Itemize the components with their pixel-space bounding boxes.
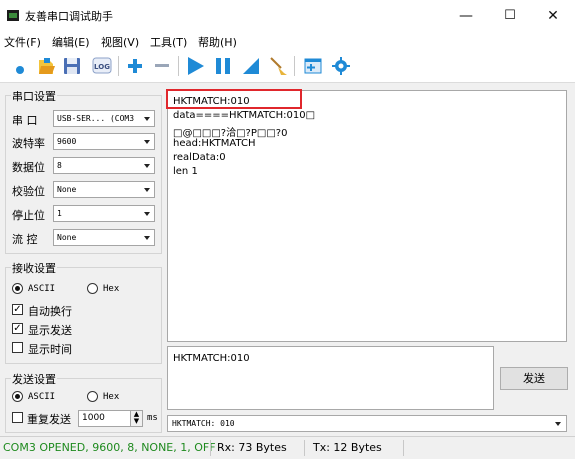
auto-newline-checkbox[interactable]: ✓ [12,304,23,315]
receive-ascii-label: ASCII [28,284,56,294]
chevron-down-icon [144,164,150,168]
serial-settings-title: 串口设置 [11,88,57,104]
menu-edit[interactable]: 编辑(E) [52,34,90,50]
send-history-select[interactable]: HKTMATCH: 010 [167,415,567,432]
send-button[interactable]: 发送 [500,367,568,390]
receive-line: len 1 [173,166,198,177]
chevron-down-icon [144,212,150,216]
log-icon[interactable]: LOG [91,55,113,77]
show-send-label: 显示发送 [28,324,72,337]
title-bar: 友善串口调试助手 — ☐ ✕ [0,0,575,31]
settings-icon[interactable] [330,55,352,77]
send-settings-title: 发送设置 [11,371,57,387]
remove-icon[interactable] [151,55,173,77]
menu-bar: 文件(F) 编辑(E) 视图(V) 工具(T) 帮助(H) [0,31,575,51]
port-label: 串 口 [12,114,38,127]
show-time-checkbox[interactable] [12,342,23,353]
stopbits-label: 停止位 [12,209,45,222]
chevron-down-icon [144,236,150,240]
flow-label: 流 控 [12,233,38,246]
status-divider [210,440,211,456]
clear-icon[interactable] [240,55,262,77]
show-send-checkbox[interactable]: ✓ [12,323,23,334]
close-button[interactable]: ✕ [531,2,575,30]
receive-hex-label: Hex [103,284,120,294]
receive-ascii-radio[interactable] [12,283,23,294]
repeat-send-label: 重复发送 [27,413,71,426]
receive-text-area[interactable]: HKTMATCH:010 data====HKTMATCH:010□ □@□□□… [167,90,567,342]
parity-select[interactable]: None [53,181,155,198]
window-icon[interactable] [302,55,324,77]
open-icon[interactable] [35,55,57,77]
connection-status: COM3 OPENED, 9600, 8, NONE, 1, OFF [3,441,216,454]
status-bar: COM3 OPENED, 9600, 8, NONE, 1, OFF Rx: 7… [0,436,575,459]
receive-settings-title: 接收设置 [11,260,57,276]
minimize-button[interactable]: — [444,2,488,30]
receive-hex-radio[interactable] [87,283,98,294]
status-divider [403,440,404,456]
menu-tools[interactable]: 工具(T) [150,34,187,50]
menu-view[interactable]: 视图(V) [101,34,139,50]
baud-select[interactable]: 9600 [53,133,155,150]
chevron-down-icon [555,422,561,426]
interval-input[interactable]: 1000 ▲ ▼ [78,410,143,427]
status-divider [304,440,305,456]
port-select[interactable]: USB-SER... (COM3 [53,110,155,127]
toolbar: LOG [0,51,575,83]
menu-help[interactable]: 帮助(H) [198,34,237,50]
save-icon[interactable] [61,55,83,77]
send-text: HKTMATCH:010 [173,353,250,364]
interval-unit: ms [147,413,158,423]
pause-icon[interactable] [212,55,234,77]
spin-buttons[interactable]: ▲ ▼ [130,411,142,426]
receive-line: □@□□□?洽□?P□□?0 [173,128,288,139]
databits-label: 数据位 [12,161,45,174]
broom-icon[interactable] [267,55,289,77]
new-icon[interactable] [12,55,34,77]
menu-file[interactable]: 文件(F) [4,34,41,50]
add-icon[interactable] [124,55,146,77]
parity-label: 校验位 [12,185,45,198]
window-title: 友善串口调试助手 [25,10,113,23]
send-hex-radio[interactable] [87,391,98,402]
show-time-label: 显示时间 [28,343,72,356]
maximize-button[interactable]: ☐ [488,2,532,30]
tx-count: Tx: 12 Bytes [313,441,382,454]
rx-count: Rx: 73 Bytes [217,441,287,454]
flow-select[interactable]: None [53,229,155,246]
send-ascii-label: ASCII [28,392,56,402]
svg-text:LOG: LOG [94,63,110,71]
highlight-box [166,89,302,109]
stopbits-select[interactable]: 1 [53,205,155,222]
chevron-down-icon [144,140,150,144]
send-text-area[interactable]: HKTMATCH:010 [167,346,494,410]
databits-select[interactable]: 8 [53,157,155,174]
receive-line: realData:0 [173,152,226,163]
app-icon [7,10,19,21]
toolbar-separator [178,56,179,76]
auto-newline-label: 自动换行 [28,305,72,318]
receive-line: data====HKTMATCH:010□ [173,110,316,121]
chevron-down-icon [144,117,150,121]
play-icon[interactable] [184,55,206,77]
repeat-send-checkbox[interactable] [12,412,23,423]
receive-line: head:HKTMATCH [173,138,256,149]
baud-label: 波特率 [12,137,45,150]
send-ascii-radio[interactable] [12,391,23,402]
chevron-down-icon [144,188,150,192]
send-hex-label: Hex [103,392,120,402]
toolbar-separator [118,56,119,76]
toolbar-separator [294,56,295,76]
